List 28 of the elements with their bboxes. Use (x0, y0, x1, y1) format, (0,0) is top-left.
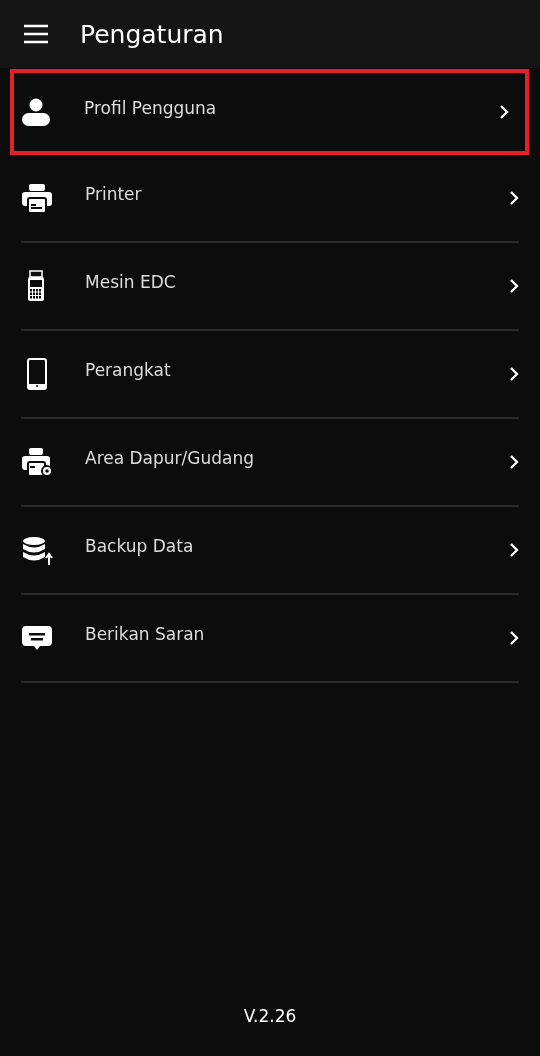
menu-item[interactable]: Printer (21, 155, 519, 241)
menu-label: Mesin EDC (85, 272, 177, 294)
menu-label: Area Dapur/Gudang (85, 448, 256, 470)
menu-label: Berikan Saran (85, 624, 206, 646)
menu-item[interactable]: Area Dapur/Gudang (21, 419, 519, 505)
menu-item[interactable]: Mesin EDC (21, 243, 519, 329)
page-title: Pengaturan (80, 19, 224, 49)
chevron-icon (507, 630, 521, 646)
menu-label: Profil Pengguna (84, 98, 218, 120)
user-icon (20, 96, 52, 128)
printer-gear-icon (21, 446, 53, 478)
menu-icon[interactable] (22, 23, 50, 45)
chevron-icon (507, 278, 521, 294)
menu-item[interactable]: Berikan Saran (21, 595, 519, 681)
menu-label: Printer (85, 184, 143, 206)
database-upload-icon (21, 534, 53, 566)
menu-item[interactable]: Perangkat (21, 331, 519, 417)
printer-icon (21, 182, 53, 214)
menu-label: Perangkat (85, 360, 172, 382)
highlight-frame[interactable]: Profil Pengguna (10, 69, 529, 155)
version-text: V.2.26 (242, 1006, 298, 1028)
chevron-icon (507, 454, 521, 470)
chevron-icon (497, 104, 511, 120)
chevron-icon (507, 542, 521, 558)
menu-item[interactable]: Backup Data (21, 507, 519, 593)
menu-label: Backup Data (85, 536, 195, 558)
chevron-icon (507, 190, 521, 206)
chevron-icon (507, 366, 521, 382)
